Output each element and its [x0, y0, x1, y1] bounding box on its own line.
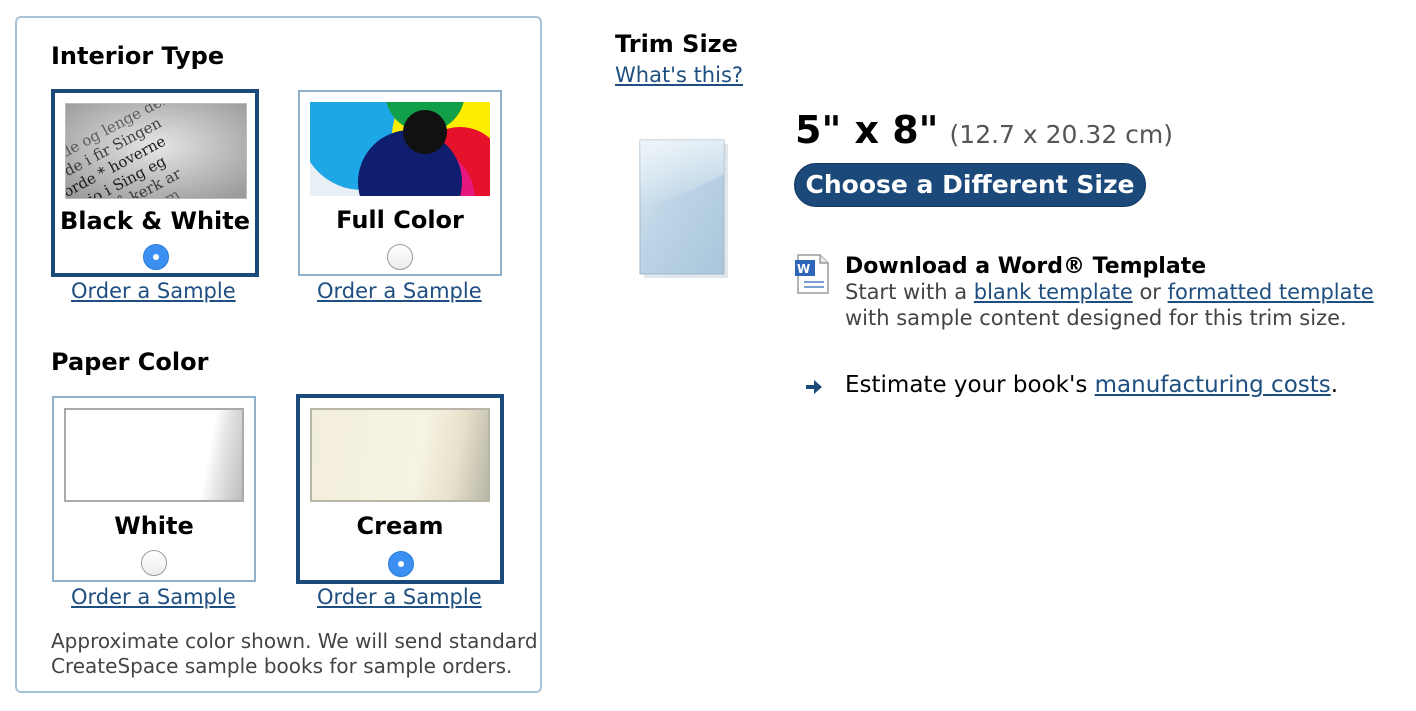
- interior-option-full-color[interactable]: Full Color: [298, 90, 502, 276]
- interior-type-heading: Interior Type: [51, 42, 225, 70]
- blank-template-link[interactable]: blank template: [974, 280, 1133, 304]
- trim-size-heading: Trim Size: [615, 30, 738, 58]
- estimate-prefix: Estimate your book's: [845, 372, 1088, 398]
- whats-this-link[interactable]: What's this?: [615, 63, 743, 87]
- white-label: White: [114, 512, 194, 540]
- trim-size-display: 5" x 8" (12.7 x 20.32 cm): [795, 108, 1173, 152]
- start-with-text: Start with a: [845, 280, 968, 304]
- svg-text:W: W: [797, 262, 810, 276]
- formatted-template-link[interactable]: formatted template: [1168, 280, 1374, 304]
- word-doc-icon: W: [794, 254, 830, 294]
- order-sample-link-cream[interactable]: Order a Sample: [317, 585, 482, 609]
- template-description-line2: with sample content designed for this tr…: [845, 306, 1347, 330]
- word-template-title: Download a Word® Template: [845, 254, 1207, 279]
- full-color-radio[interactable]: [387, 244, 413, 270]
- white-radio[interactable]: [141, 550, 167, 576]
- order-sample-link-black-white[interactable]: Order a Sample: [71, 279, 236, 303]
- choose-different-size-button[interactable]: Choose a Different Size: [794, 163, 1146, 207]
- cream-label: Cream: [356, 512, 444, 540]
- manufacturing-costs-link[interactable]: manufacturing costs: [1095, 372, 1331, 398]
- full-color-label: Full Color: [336, 206, 464, 234]
- order-sample-link-white[interactable]: Order a Sample: [71, 585, 236, 609]
- black-white-swatch: harde og lenge dei sylede i fir Singen g…: [65, 103, 247, 199]
- paper-color-heading: Paper Color: [51, 348, 209, 376]
- arrow-right-icon: [804, 378, 824, 396]
- sample-note: Approximate color shown. We will send st…: [51, 629, 539, 679]
- cream-radio[interactable]: [388, 551, 414, 577]
- word-template-description: Start with a blank template or formatted…: [845, 279, 1374, 331]
- estimate-costs-line: Estimate your book's manufacturing costs…: [845, 372, 1338, 398]
- order-sample-link-full-color[interactable]: Order a Sample: [317, 279, 482, 303]
- black-white-label: Black & White: [59, 207, 251, 235]
- interior-option-black-white[interactable]: harde og lenge dei sylede i fir Singen g…: [51, 89, 259, 277]
- sample-note-line1: Approximate color shown. We will send st…: [51, 629, 538, 653]
- paper-option-white[interactable]: White: [52, 396, 256, 582]
- white-swatch: [64, 408, 244, 502]
- trim-size-value: 5" x 8": [795, 108, 939, 152]
- book-thumbnail: [636, 134, 732, 284]
- cream-swatch: [310, 408, 490, 502]
- paper-option-cream[interactable]: Cream: [296, 394, 504, 584]
- or-text: or: [1139, 280, 1161, 304]
- sample-note-line2: CreateSpace sample books for sample orde…: [51, 654, 513, 678]
- estimate-suffix: .: [1330, 372, 1339, 398]
- full-color-swatch: [310, 102, 490, 196]
- black-white-radio[interactable]: [143, 244, 169, 270]
- trim-size-metric: (12.7 x 20.32 cm): [949, 120, 1174, 149]
